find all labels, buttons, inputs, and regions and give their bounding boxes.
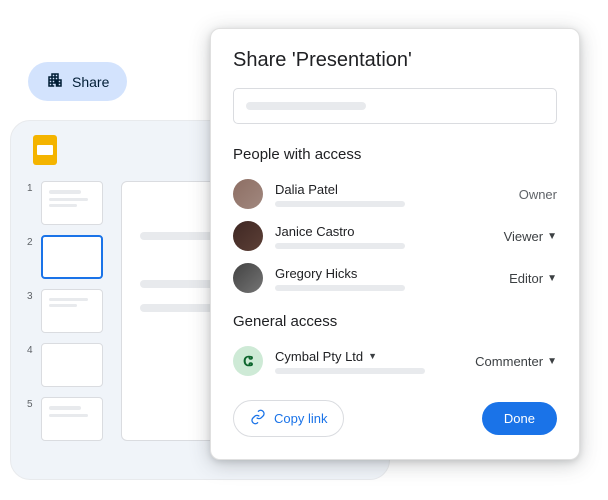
slide-thumb[interactable] [41, 181, 103, 225]
slide-thumb-row[interactable]: 4 [27, 343, 103, 387]
slide-thumb-row[interactable]: 1 [27, 181, 103, 225]
modal-title: Share 'Presentation' [233, 49, 557, 72]
person-role-owner: Owner [519, 187, 557, 202]
general-access-row: ⵛ Cymbal Pty Ltd ▼ Commenter ▼ [233, 340, 557, 382]
slide-thumb[interactable] [41, 343, 103, 387]
person-role-dropdown[interactable]: Viewer ▼ [504, 229, 557, 244]
thumb-number: 1 [27, 181, 35, 194]
person-row: Gregory Hicks Editor ▼ [233, 257, 557, 299]
slide-thumb-row[interactable]: 3 [27, 289, 103, 333]
share-chip[interactable]: Share [28, 62, 127, 101]
slide-thumb[interactable] [41, 235, 103, 279]
person-row: Dalia Patel Owner [233, 173, 557, 215]
person-role-dropdown[interactable]: Editor ▼ [509, 271, 557, 286]
done-button[interactable]: Done [482, 402, 557, 435]
thumb-number: 5 [27, 397, 35, 410]
general-role-dropdown[interactable]: Commenter ▼ [475, 354, 557, 369]
person-email-skeleton [275, 243, 405, 249]
org-desc-skeleton [275, 368, 425, 374]
caret-down-icon: ▼ [547, 273, 557, 284]
slide-thumbnails: 1 2 3 4 5 [27, 181, 103, 441]
thumb-number: 4 [27, 343, 35, 356]
link-icon [250, 409, 266, 428]
thumb-number: 3 [27, 289, 35, 302]
person-name: Gregory Hicks [275, 266, 497, 281]
copy-link-button[interactable]: Copy link [233, 400, 344, 437]
person-row: Janice Castro Viewer ▼ [233, 215, 557, 257]
people-section-label: People with access [233, 146, 557, 163]
general-section-label: General access [233, 313, 557, 330]
input-placeholder-skeleton [246, 102, 366, 110]
person-name: Janice Castro [275, 224, 492, 239]
thumb-number: 2 [27, 235, 35, 248]
slide-thumb[interactable] [41, 397, 103, 441]
org-name-dropdown[interactable]: Cymbal Pty Ltd [275, 349, 363, 364]
caret-down-icon: ▼ [368, 351, 377, 361]
copy-link-label: Copy link [274, 411, 327, 426]
org-icon: ⵛ [233, 346, 263, 376]
slide-thumb[interactable] [41, 289, 103, 333]
caret-down-icon: ▼ [547, 231, 557, 242]
person-email-skeleton [275, 285, 405, 291]
building-icon [46, 71, 64, 92]
avatar [233, 179, 263, 209]
add-people-input[interactable] [233, 88, 557, 124]
share-modal: Share 'Presentation' People with access … [210, 28, 580, 460]
share-chip-label: Share [72, 74, 109, 90]
slide-thumb-row[interactable]: 2 [27, 235, 103, 279]
caret-down-icon: ▼ [547, 356, 557, 367]
person-name: Dalia Patel [275, 182, 507, 197]
person-email-skeleton [275, 201, 405, 207]
avatar [233, 263, 263, 293]
slides-logo-icon [33, 135, 57, 165]
slide-thumb-row[interactable]: 5 [27, 397, 103, 441]
avatar [233, 221, 263, 251]
